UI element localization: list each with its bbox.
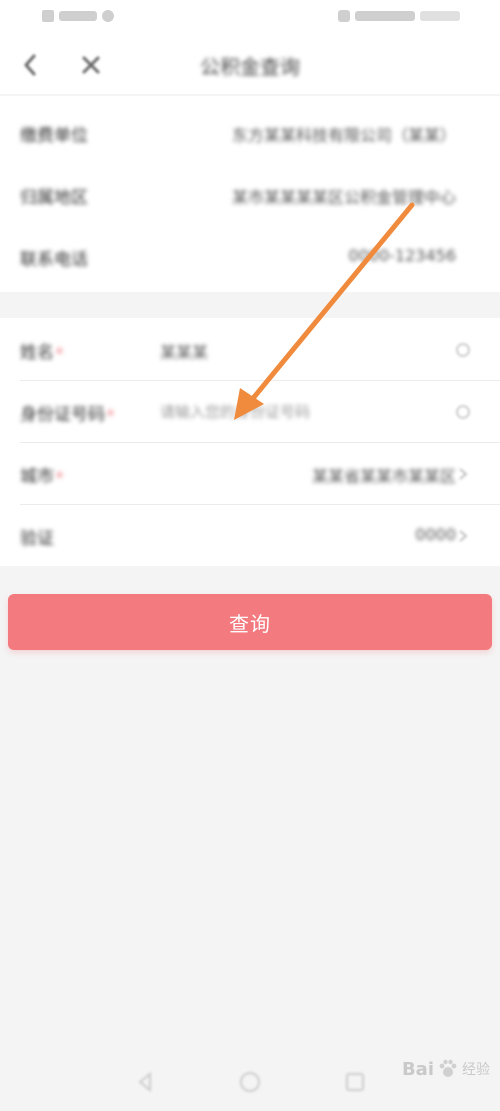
battery-icon: [338, 10, 350, 22]
watermark-logo: Bai: [401, 1058, 434, 1080]
nav-home-icon[interactable]: [237, 1069, 263, 1095]
account-info-card: 缴费单位 东方某某科技有限公司（某某） 归属地区 某市某某某某区公积金管理中心 …: [0, 96, 500, 292]
page-title: 公积金查询: [200, 55, 300, 79]
name-field[interactable]: 某某某: [160, 339, 208, 363]
status-bar-left: [42, 10, 114, 22]
form-label-text: 身份证号码: [20, 405, 105, 425]
info-value: 0000-123456: [348, 246, 456, 265]
chevron-right-icon: [459, 530, 468, 542]
required-mark: *: [56, 346, 63, 362]
info-value: 某市某某某某区公积金管理中心: [231, 188, 456, 207]
form-label-text: 姓名: [20, 343, 54, 363]
paw-icon: [439, 1059, 457, 1077]
city-select[interactable]: 某某省某某市某某区: [312, 463, 456, 487]
status-bar-right: [338, 10, 460, 22]
carrier-icon: [42, 10, 54, 22]
form-label-text: 城市: [20, 467, 54, 487]
form-row-id[interactable]: 身份证号码 * 请输入您的身份证号码: [0, 380, 500, 442]
wifi-icon: [102, 10, 114, 22]
status-bar: [0, 0, 500, 36]
verify-field[interactable]: 0000: [415, 525, 456, 544]
form-row-name[interactable]: 姓名 * 某某某: [0, 318, 500, 380]
query-button[interactable]: 查询: [8, 594, 492, 650]
app-header: 公积金查询: [0, 36, 500, 94]
baidu-jingyan-watermark: Bai 经验: [402, 1058, 490, 1080]
close-icon[interactable]: [76, 50, 106, 80]
info-label: 缴费单位: [20, 126, 88, 146]
info-row-region: 归属地区 某市某某某某区公积金管理中心: [0, 163, 500, 225]
form-label: 身份证号码 *: [20, 400, 114, 425]
form-label: 姓名 *: [20, 338, 63, 363]
clear-icon[interactable]: [456, 405, 470, 419]
chevron-right-icon: [459, 468, 468, 480]
info-label: 联系电话: [20, 250, 88, 270]
form-label: 验证: [20, 529, 54, 549]
form-row-city[interactable]: 城市 * 某某省某某市某某区: [0, 442, 500, 504]
info-label: 归属地区: [20, 188, 88, 208]
signal-icon: [59, 11, 97, 21]
clock: [420, 11, 460, 21]
clear-icon[interactable]: [456, 343, 470, 357]
id-number-field[interactable]: 请输入您的身份证号码: [160, 401, 310, 422]
info-row-phone: 联系电话 0000-123456: [0, 225, 500, 287]
form-label: 城市 *: [20, 462, 63, 487]
nav-recents-icon[interactable]: [342, 1069, 368, 1095]
form-row-verify[interactable]: 验证 0000: [0, 504, 500, 566]
query-form: 姓名 * 某某某 身份证号码 * 请输入您的身份证号码 城市 * 某某省某某市某某区 …: [0, 318, 500, 566]
watermark-suffix: 经验: [462, 1062, 490, 1078]
required-mark: *: [107, 408, 114, 424]
info-row-unit: 缴费单位 东方某某科技有限公司（某某）: [0, 101, 500, 163]
status-indicators: [355, 11, 415, 21]
back-arrow-icon[interactable]: [16, 50, 46, 80]
nav-back-icon[interactable]: [132, 1069, 158, 1095]
info-value: 东方某某科技有限公司（某某）: [231, 126, 456, 145]
required-mark: *: [56, 470, 63, 486]
